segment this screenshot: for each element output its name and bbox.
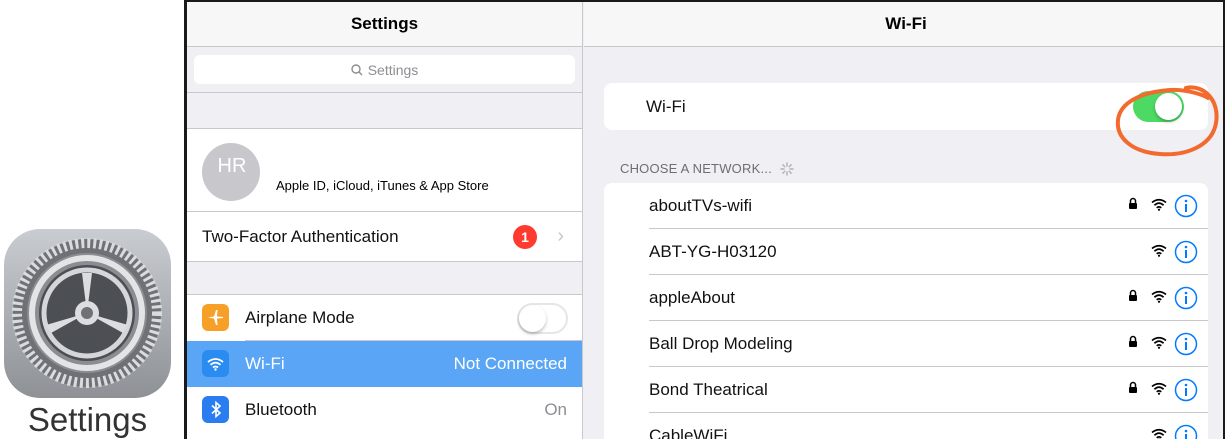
search-input[interactable]: Settings: [194, 55, 575, 84]
network-name: Ball Drop Modeling: [649, 334, 793, 353]
settings-nav-title: Settings: [187, 2, 582, 47]
settings-app-icon[interactable]: Settings: [0, 229, 175, 439]
network-row[interactable]: ABT-YG-H03120: [604, 229, 1208, 275]
network-name: ABT-YG-H03120: [649, 242, 777, 261]
bluetooth-status: On: [544, 400, 567, 419]
apple-id-subtitle: Apple ID, iCloud, iTunes & App Store: [276, 178, 489, 193]
ipad-screen: Settings Settings HR Apple ID, iCloud, i…: [184, 0, 1225, 439]
network-list: aboutTVs-wifi ABT-YG-H03120 appleAbout B…: [604, 183, 1208, 439]
network-row[interactable]: CableWiFi: [604, 413, 1208, 439]
info-icon[interactable]: [1174, 424, 1198, 439]
wifi-label: Wi-Fi: [245, 354, 285, 373]
wifi-switch-label: Wi-Fi: [646, 97, 686, 116]
wifi-nav-title: Wi-Fi: [584, 2, 1223, 47]
apple-id-cell[interactable]: HR Apple ID, iCloud, iTunes & App Store: [187, 128, 582, 211]
settings-menu: Airplane Mode Wi-Fi Not Connected Blueto…: [187, 294, 582, 439]
network-row[interactable]: Ball Drop Modeling: [604, 321, 1208, 367]
notification-badge: 1: [513, 225, 537, 249]
section-header-label: CHOOSE A NETWORK...: [620, 161, 772, 176]
sidebar-item-wifi[interactable]: Wi-Fi Not Connected: [187, 341, 582, 387]
network-name: CableWiFi: [649, 426, 728, 439]
sidebar-item-airplane-mode[interactable]: Airplane Mode: [187, 295, 582, 341]
lock-icon: [1129, 197, 1137, 209]
lock-icon: [1129, 335, 1137, 347]
lock-icon: [1129, 289, 1137, 301]
network-name: Bond Theatrical: [649, 380, 768, 399]
wifi-status: Not Connected: [453, 354, 567, 373]
lock-icon: [1129, 381, 1137, 393]
chevron-right-icon: ›: [557, 225, 564, 247]
two-factor-label: Two-Factor Authentication: [202, 227, 399, 246]
wifi-signal-icon: [1151, 244, 1167, 257]
network-row[interactable]: appleAbout: [604, 275, 1208, 321]
annotation-circle: [1115, 85, 1219, 157]
info-icon[interactable]: [1174, 240, 1198, 264]
spinner-icon: [780, 161, 794, 176]
network-row[interactable]: aboutTVs-wifi: [604, 183, 1208, 229]
choose-network-header: CHOOSE A NETWORK...: [620, 161, 794, 176]
network-name: appleAbout: [649, 288, 736, 307]
bluetooth-icon: [202, 396, 229, 423]
wifi-signal-icon: [1151, 336, 1167, 349]
wifi-signal-icon: [1151, 428, 1167, 439]
two-factor-cell[interactable]: Two-Factor Authentication 1 ›: [187, 211, 582, 262]
app-icon-label: Settings: [27, 401, 148, 438]
wifi-icon: [202, 350, 229, 377]
network-row[interactable]: Bond Theatrical: [604, 367, 1208, 413]
bluetooth-label: Bluetooth: [245, 400, 317, 419]
wifi-signal-icon: [1151, 198, 1167, 211]
avatar: HR: [202, 143, 260, 201]
search-placeholder: Settings: [367, 61, 419, 78]
info-icon[interactable]: [1174, 286, 1198, 310]
airplane-mode-label: Airplane Mode: [245, 308, 355, 327]
airplane-mode-toggle[interactable]: [517, 303, 568, 334]
settings-master-pane: Settings Settings HR Apple ID, iCloud, i…: [187, 2, 583, 439]
sidebar-item-bluetooth[interactable]: Bluetooth On: [187, 387, 582, 433]
gear-icon: [4, 229, 171, 398]
wifi-signal-icon: [1151, 290, 1167, 303]
wifi-detail-pane: Wi-Fi Wi-Fi CHOOSE A NETWORK... aboutTVs…: [584, 2, 1223, 439]
airplane-icon: [202, 304, 229, 331]
network-name: aboutTVs-wifi: [649, 196, 752, 215]
search-icon: [351, 63, 363, 75]
wifi-signal-icon: [1151, 382, 1167, 395]
info-icon[interactable]: [1174, 378, 1198, 402]
info-icon[interactable]: [1174, 332, 1198, 356]
info-icon[interactable]: [1174, 194, 1198, 218]
